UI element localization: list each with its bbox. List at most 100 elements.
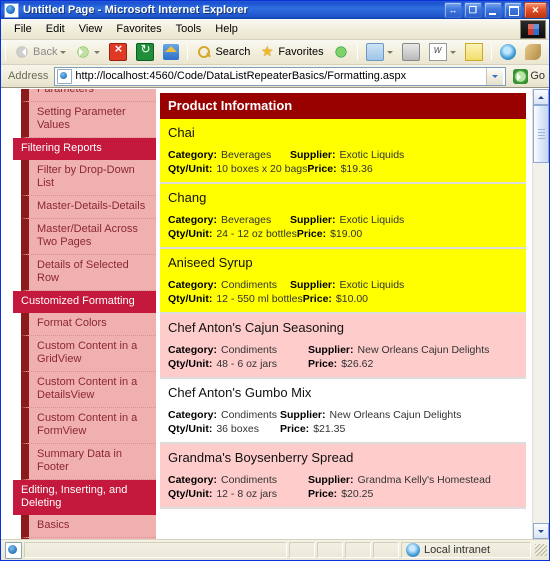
search-button[interactable]: Search bbox=[192, 43, 254, 61]
sidebar-item[interactable]: Custom Content in a GridView bbox=[21, 336, 156, 372]
mail-chevron-down-icon[interactable] bbox=[386, 50, 393, 57]
price-value: $26.62 bbox=[341, 358, 374, 370]
sidebar-item[interactable]: Summary Data in Footer bbox=[21, 444, 156, 480]
bird-icon bbox=[524, 44, 541, 60]
menu-file[interactable]: File bbox=[7, 21, 39, 37]
sidebar-item[interactable]: Details of Selected Row bbox=[21, 255, 156, 291]
supplier-value: Exotic Liquids bbox=[339, 214, 405, 226]
star-icon bbox=[259, 44, 275, 60]
supplier-label: Supplier: bbox=[290, 279, 336, 291]
toolbar-separator-3 bbox=[490, 44, 492, 60]
product-row-qty: Qty/Unit: 12 - 550 ml bottles Price: $10.00 bbox=[160, 292, 526, 306]
qty-value: 12 - 550 ml bottles bbox=[216, 293, 303, 305]
menu-help[interactable]: Help bbox=[208, 21, 245, 37]
scroll-up-icon[interactable] bbox=[533, 89, 549, 105]
restore-group-button[interactable]: ↔ bbox=[444, 2, 462, 18]
sidebar-item[interactable]: Basics bbox=[21, 515, 156, 538]
sidebar-item[interactable]: Setting Parameter Values bbox=[21, 102, 156, 138]
product-row-category: Category: Condiments Supplier: Grandma Kell… bbox=[160, 473, 526, 487]
address-input[interactable]: http://localhost:4560/Code/DataListRepea… bbox=[54, 66, 507, 86]
menu-tools[interactable]: Tools bbox=[169, 21, 209, 37]
back-chevron-down-icon[interactable] bbox=[60, 50, 67, 57]
search-icon bbox=[196, 44, 212, 60]
stop-button[interactable] bbox=[105, 41, 131, 62]
supplier-label: Supplier: bbox=[280, 409, 326, 421]
qty-label: Qty/Unit: bbox=[168, 488, 213, 500]
favorites-button[interactable]: Favorites bbox=[255, 43, 327, 61]
resize-grip[interactable] bbox=[535, 544, 547, 556]
print-button[interactable] bbox=[398, 42, 424, 62]
nav-group-header[interactable]: Customized Formatting bbox=[13, 291, 156, 313]
discuss-button[interactable] bbox=[461, 42, 487, 62]
scrollbar-track[interactable] bbox=[533, 105, 549, 523]
maximize-button[interactable] bbox=[504, 2, 522, 18]
address-chevron-down-icon[interactable] bbox=[486, 67, 504, 85]
refresh-button[interactable] bbox=[132, 42, 158, 62]
address-label: Address bbox=[8, 70, 49, 82]
sidebar-item[interactable]: Format Colors bbox=[21, 313, 156, 336]
nav-group-header[interactable]: Editing, Inserting, and Deleting bbox=[13, 480, 156, 515]
messenger-button[interactable] bbox=[496, 43, 520, 61]
menu-edit[interactable]: Edit bbox=[39, 21, 72, 37]
product-row-category: Category: Condiments Supplier: New Orleans … bbox=[160, 343, 526, 357]
window-title: Untitled Page - Microsoft Internet Explo… bbox=[23, 4, 248, 16]
edit-button[interactable] bbox=[425, 42, 460, 62]
research-button[interactable] bbox=[546, 43, 550, 61]
product-name: Grandma's Boysenberry Spread bbox=[168, 450, 354, 465]
back-button[interactable]: Back bbox=[10, 43, 70, 61]
toolbar-separator-2 bbox=[356, 44, 358, 60]
status-bar: Local intranet bbox=[1, 539, 549, 560]
sidebar-item[interactable]: Data Modification Events bbox=[21, 538, 156, 539]
go-arrow-icon bbox=[513, 68, 529, 84]
vertical-scrollbar[interactable] bbox=[532, 89, 549, 539]
edit-chevron-down-icon[interactable] bbox=[449, 50, 456, 57]
page-viewport: Parameters Setting Parameter Values Filter… bbox=[1, 88, 549, 539]
qty-value: 24 - 12 oz bottles bbox=[216, 228, 297, 240]
close-icon: ✕ bbox=[531, 4, 540, 15]
mail-button[interactable] bbox=[362, 42, 397, 62]
panel-title: Product Information bbox=[160, 93, 526, 119]
status-page-icon bbox=[5, 541, 22, 559]
sidebar-item[interactable]: Custom Content in a DetailsView bbox=[21, 372, 156, 408]
menu-view[interactable]: View bbox=[72, 21, 110, 37]
product-row-category: Category: Condiments Supplier: New Orleans … bbox=[160, 408, 526, 422]
price-label: Price: bbox=[302, 293, 332, 305]
product-row-qty: Qty/Unit: 12 - 8 oz jars Price: $20.25 bbox=[160, 487, 526, 501]
nav-group-header[interactable]: Filtering Reports bbox=[13, 138, 156, 160]
product-name: Chang bbox=[168, 190, 207, 205]
status-zone[interactable]: Local intranet bbox=[401, 542, 531, 558]
category-label: Category: bbox=[168, 149, 218, 161]
minimize-icon bbox=[489, 13, 496, 15]
home-button[interactable] bbox=[159, 43, 183, 61]
product-row-category: Category: Condiments Supplier: Exotic Liqui… bbox=[160, 278, 526, 292]
forward-button[interactable] bbox=[71, 43, 104, 61]
price-label: Price: bbox=[296, 228, 327, 240]
maximize-icon bbox=[509, 6, 519, 16]
restore-window-button[interactable]: ❐ bbox=[464, 2, 482, 18]
price-value: $10.00 bbox=[335, 293, 369, 305]
sidebar-item[interactable]: Filter by Drop-Down List bbox=[21, 160, 156, 196]
category-label: Category: bbox=[168, 344, 218, 356]
product-name: Chef Anton's Gumbo Mix bbox=[168, 385, 312, 400]
sidebar-item[interactable]: Custom Content in a FormView bbox=[21, 408, 156, 444]
printer-icon bbox=[401, 43, 420, 61]
scrollbar-thumb[interactable] bbox=[533, 105, 549, 163]
product-item: Chai Category: Beverages Supplier: Exotic Li… bbox=[160, 119, 526, 184]
menu-favorites[interactable]: Favorites bbox=[109, 21, 168, 37]
go-button[interactable]: Go bbox=[509, 68, 549, 84]
toolbar-grip[interactable] bbox=[5, 43, 6, 61]
media-button[interactable] bbox=[329, 43, 353, 61]
sidebar-item[interactable]: Parameters bbox=[21, 89, 156, 102]
close-button[interactable]: ✕ bbox=[524, 2, 547, 18]
status-message bbox=[24, 542, 287, 558]
sidebar-item[interactable]: Master-Details-Details bbox=[21, 196, 156, 219]
product-row-qty: Qty/Unit: 24 - 12 oz bottles Price: $19.00 bbox=[160, 227, 526, 241]
product-item: Grandma's Boysenberry Spread Category: Con… bbox=[160, 444, 526, 509]
scroll-down-icon[interactable] bbox=[533, 523, 549, 539]
sidebar-item[interactable]: Master/Detail Across Two Pages bbox=[21, 219, 156, 255]
forward-chevron-down-icon[interactable] bbox=[94, 50, 101, 57]
nav-group: Customized Formatting Format Colors Custom… bbox=[13, 291, 156, 480]
globe-icon bbox=[499, 44, 516, 60]
minimize-button[interactable] bbox=[484, 2, 502, 18]
bird-button[interactable] bbox=[521, 43, 545, 61]
